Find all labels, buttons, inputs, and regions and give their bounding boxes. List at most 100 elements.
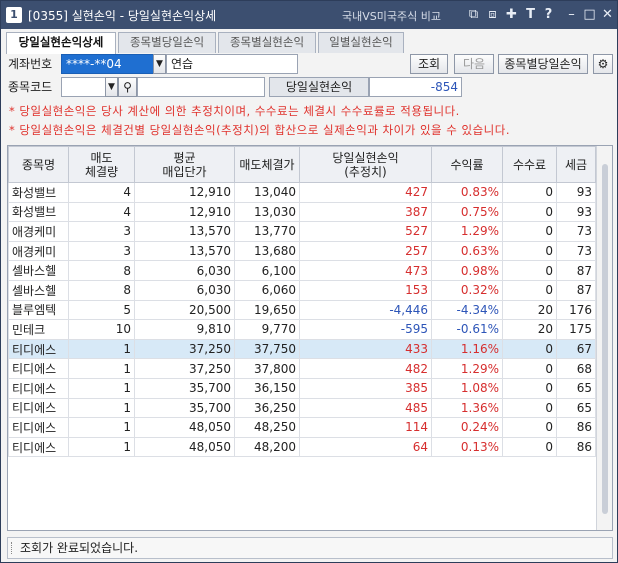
text-size-icon[interactable]: T [523,7,538,22]
window-copy-icon[interactable]: ⧉ [466,7,481,22]
cell-fee: 0 [502,377,557,399]
col-header-stock-name[interactable]: 종목명 [8,146,69,183]
cell-qty: 8 [68,279,135,301]
cell-pl: 527 [299,221,432,242]
cell-fee: 0 [502,221,557,242]
stock-code-row: 종목코드 ▼ ⚲ 당일실현손익 -854 [6,77,612,97]
cell-tax: 86 [556,436,596,458]
account-name-field[interactable]: 연습 [166,54,298,74]
scrollbar-thumb[interactable] [602,164,608,514]
tab-daily-pl-by-stock[interactable]: 종목별당일손익 [118,32,216,53]
help-icon[interactable]: ? [541,7,556,22]
cell-avg: 35,700 [134,377,235,399]
cell-avg: 9,810 [134,319,235,340]
tab-realized-pl-by-stock[interactable]: 종목별실현손익 [218,32,316,53]
stock-code-dropdown-icon[interactable]: ▼ [105,77,118,97]
account-row: 계좌번호 ****-**04 ▼ 연습 조회 다음 종목별당일손익 ⚙ [6,54,613,74]
search-icon[interactable]: ⚲ [118,77,137,97]
col-header-sell-price[interactable]: 매도체결가 [234,146,300,183]
cell-tax: 67 [556,338,596,360]
query-button[interactable]: 조회 [410,54,448,74]
table-row[interactable]: 애경케미 3 13,570 13,680 257 0.63% 0 73 [8,240,596,262]
settings-icon[interactable]: ⚙ [593,54,613,74]
table-row[interactable]: 애경케미 3 13,570 13,770 527 1.29% 0 73 [8,221,596,242]
maximize-icon[interactable]: □ [582,7,597,22]
header-line: 종목명 [21,157,56,172]
vertical-scrollbar[interactable] [596,146,612,530]
cell-name: 티디에스 [8,358,69,379]
header-line: 당일실현손익 [332,150,399,165]
cell-rate: 1.29% [431,221,503,242]
tab-daily-realized-detail[interactable]: 당일실현손익상세 [6,32,116,54]
cell-sell: 36,250 [234,397,300,419]
minimize-icon[interactable]: – [564,7,579,22]
compare-link[interactable]: 국내VS미국주식 비교 [342,8,441,24]
stock-code-label: 종목코드 [8,80,53,94]
col-header-sell-qty[interactable]: 매도 체결량 [68,146,135,183]
header-line: 세금 [564,157,588,172]
table-row[interactable]: 티디에스 1 48,050 48,250 114 0.24% 0 86 [8,417,596,438]
cell-name: 티디에스 [8,377,69,399]
table-row[interactable]: 화성밸브 4 12,910 13,030 387 0.75% 0 93 [8,201,596,223]
cell-fee: 0 [502,397,557,419]
cell-name: 애경케미 [8,240,69,262]
next-button[interactable]: 다음 [454,54,494,74]
account-dropdown-icon[interactable]: ▼ [153,54,166,74]
col-header-realized-pl[interactable]: 당일실현손익 (추정치) [299,146,432,183]
table-row[interactable]: 셀바스헬 8 6,030 6,100 473 0.98% 0 87 [8,260,596,281]
stock-code-input[interactable] [61,77,106,97]
table-row[interactable]: 티디에스 1 35,700 36,150 385 1.08% 0 65 [8,377,596,399]
cell-name: 티디에스 [8,436,69,458]
account-select[interactable]: ****-**04 [61,54,154,74]
realized-pl-grid[interactable]: 종목명 매도 체결량 평균 매입단가 매도체결가 당일실현손익 (추정치) 수익률 수… [7,145,613,531]
cell-avg: 20,500 [134,299,235,321]
status-bar: 조회가 완료되었습니다. [7,537,613,559]
cell-pl: 114 [299,417,432,438]
cell-avg: 35,700 [134,397,235,419]
cell-sell: 6,100 [234,260,300,281]
cell-fee: 0 [502,338,557,360]
table-row[interactable]: 티디에스 1 37,250 37,800 482 1.29% 0 68 [8,358,596,379]
cell-rate: 0.63% [431,240,503,262]
table-row[interactable]: 티디에스 1 48,050 48,200 64 0.13% 0 86 [8,436,596,458]
close-icon[interactable]: ✕ [600,7,615,22]
table-row[interactable]: 블루엠텍 5 20,500 19,650 -4,446 -4.34% 20 176 [8,299,596,321]
cell-pl: 387 [299,201,432,223]
header-line: 수수료 [512,157,547,172]
tab-daily-realized-pl[interactable]: 일별실현손익 [318,32,404,53]
cell-avg: 12,910 [134,201,235,223]
daily-pl-by-stock-button[interactable]: 종목별당일손익 [498,54,588,74]
col-header-avg-price[interactable]: 평균 매입단가 [134,146,235,183]
table-row[interactable]: 티디에스 1 37,250 37,750 433 1.16% 0 67 [8,338,596,360]
cell-pl: 427 [299,182,432,203]
table-row[interactable]: 셀바스헬 8 6,030 6,060 153 0.32% 0 87 [8,279,596,301]
col-header-fee[interactable]: 수수료 [502,146,557,183]
cell-fee: 0 [502,417,557,438]
cell-fee: 0 [502,358,557,379]
screen-number-icon[interactable]: 1 [6,7,22,23]
cell-sell: 48,200 [234,436,300,458]
cell-pl: 485 [299,397,432,419]
col-header-return-rate[interactable]: 수익률 [431,146,503,183]
title-bar[interactable]: 1 [0355] 실현손익 - 당일실현손익상세 국내VS미국주식 비교 ⧉ ⧈… [1,1,617,29]
link-icon[interactable]: ⧈ [485,7,500,22]
table-row[interactable]: 민테크 10 9,810 9,770 -595 -0.61% 20 175 [8,319,596,340]
cell-pl: 64 [299,436,432,458]
cell-name: 티디에스 [8,338,69,360]
table-row[interactable]: 화성밸브 4 12,910 13,040 427 0.83% 0 93 [8,182,596,203]
table-row[interactable]: 티디에스 1 35,700 36,250 485 1.36% 0 65 [8,397,596,419]
cell-sell: 19,650 [234,299,300,321]
cell-sell: 13,770 [234,221,300,242]
cell-avg: 37,250 [134,358,235,379]
cell-qty: 4 [68,182,135,203]
cell-rate: -4.34% [431,299,503,321]
cell-avg: 6,030 [134,279,235,301]
cell-sell: 13,040 [234,182,300,203]
cell-qty: 3 [68,240,135,262]
daily-pl-label: 당일실현손익 [269,77,369,97]
cell-sell: 13,680 [234,240,300,262]
pin-icon[interactable]: ✚ [504,7,519,22]
cell-avg: 13,570 [134,240,235,262]
col-header-tax[interactable]: 세금 [556,146,596,183]
cell-avg: 6,030 [134,260,235,281]
